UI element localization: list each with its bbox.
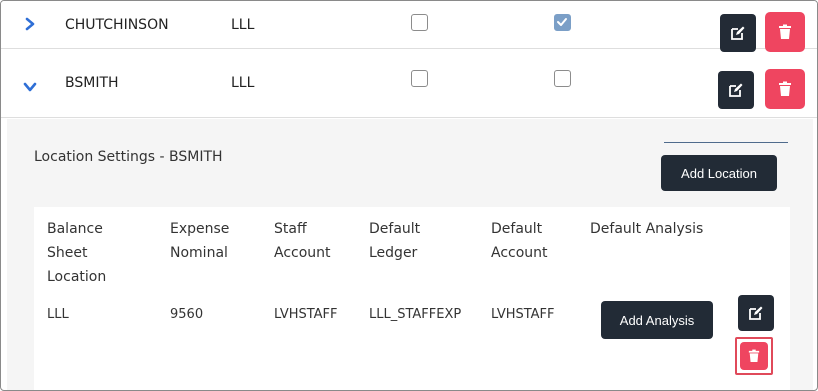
checkbox-checked[interactable] bbox=[554, 14, 571, 31]
column-header-default-ledger: Default Ledger bbox=[369, 217, 420, 265]
delete-location-highlight bbox=[735, 337, 773, 375]
header-line: Account bbox=[491, 245, 548, 261]
header-line: Default bbox=[491, 221, 543, 237]
location-settings-table: Balance Sheet Location Expense Nominal S… bbox=[34, 207, 790, 390]
edit-location-button[interactable] bbox=[738, 295, 774, 331]
cell-staff-account: LVHSTAFF bbox=[274, 307, 338, 322]
column-header-staff-account: Staff Account bbox=[274, 217, 331, 265]
trash-icon bbox=[779, 81, 791, 96]
user-table-panel: CHUTCHINSON LLL BSMITH LLL Location Sett… bbox=[0, 0, 818, 391]
delete-user-button[interactable] bbox=[765, 12, 805, 52]
header-line: Staff bbox=[274, 221, 307, 237]
user-row: BSMITH LLL bbox=[1, 59, 817, 118]
trash-icon bbox=[748, 349, 760, 362]
header-line: Nominal bbox=[170, 245, 228, 261]
cell-balance-sheet-location: LLL bbox=[47, 307, 69, 322]
header-line: Default Analysis bbox=[590, 221, 704, 237]
location-cell: LLL bbox=[231, 75, 255, 91]
header-line: Account bbox=[274, 245, 331, 261]
chevron-down-icon[interactable] bbox=[21, 78, 39, 96]
chevron-right-icon[interactable] bbox=[21, 15, 39, 33]
edit-icon bbox=[731, 26, 745, 40]
header-line: Default bbox=[369, 221, 421, 237]
delete-location-button[interactable] bbox=[740, 342, 768, 370]
user-row: CHUTCHINSON LLL bbox=[1, 1, 817, 52]
location-settings-panel: Location Settings - BSMITH Add Location … bbox=[7, 119, 813, 390]
edit-user-button[interactable] bbox=[718, 71, 754, 109]
header-line: Expense bbox=[170, 221, 230, 237]
column-header-default-account: Default Account bbox=[491, 217, 548, 265]
cell-default-account: LVHSTAFF bbox=[491, 307, 555, 322]
location-settings-title: Location Settings - BSMITH bbox=[34, 149, 223, 165]
location-cell: LLL bbox=[231, 17, 255, 33]
divider bbox=[664, 142, 788, 143]
column-header-balance-sheet-location: Balance Sheet Location bbox=[47, 217, 106, 289]
header-line: Balance bbox=[47, 221, 103, 237]
trash-icon bbox=[779, 24, 791, 39]
checkbox-unchecked[interactable] bbox=[411, 14, 428, 31]
add-location-button[interactable]: Add Location bbox=[661, 155, 777, 191]
cell-expense-nominal: 9560 bbox=[170, 307, 204, 322]
username-cell: CHUTCHINSON bbox=[65, 17, 169, 33]
header-line: Location bbox=[47, 269, 107, 285]
column-header-default-analysis: Default Analysis bbox=[590, 217, 703, 241]
checkbox-unchecked[interactable] bbox=[554, 70, 571, 87]
edit-icon bbox=[729, 83, 743, 97]
column-header-expense-nominal: Expense Nominal bbox=[170, 217, 229, 265]
add-analysis-button[interactable]: Add Analysis bbox=[601, 301, 713, 339]
header-line: Sheet bbox=[47, 245, 88, 261]
header-line: Ledger bbox=[369, 245, 418, 261]
delete-user-button[interactable] bbox=[765, 69, 805, 109]
edit-user-button[interactable] bbox=[720, 14, 756, 52]
username-cell: BSMITH bbox=[65, 75, 119, 91]
edit-icon bbox=[749, 306, 763, 320]
checkbox-unchecked[interactable] bbox=[411, 70, 428, 87]
checkmark-icon bbox=[557, 18, 567, 26]
cell-default-ledger: LLL_STAFFEXP bbox=[369, 307, 462, 322]
